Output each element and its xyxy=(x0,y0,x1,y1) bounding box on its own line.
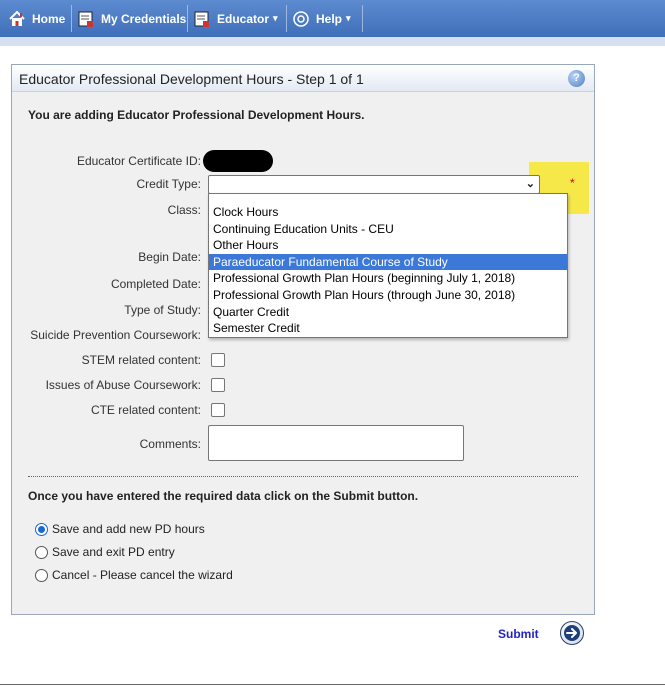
credit-type-label: Credit Type: xyxy=(136,177,201,191)
credentials-icon xyxy=(77,10,95,28)
dropdown-option[interactable]: Quarter Credit xyxy=(209,304,567,321)
submit-instructions: Once you have entered the required data … xyxy=(28,489,419,503)
stem-label: STEM related content: xyxy=(81,353,201,367)
required-marker: * xyxy=(570,176,575,190)
menu-home[interactable]: Home xyxy=(8,0,65,37)
top-menu-bar: Home My Credentials Educator ▾ Help ▾ xyxy=(0,0,665,46)
comments-label: Comments: xyxy=(139,437,201,451)
credit-type-select[interactable]: ⌄ xyxy=(208,175,540,194)
menu-separator xyxy=(71,5,72,32)
menu-my-credentials[interactable]: My Credentials xyxy=(77,0,186,37)
begin-date-label: Begin Date: xyxy=(138,250,201,264)
menu-help[interactable]: Help ▾ xyxy=(292,0,351,37)
educator-icon xyxy=(193,10,211,28)
cte-label: CTE related content: xyxy=(90,403,201,417)
dropdown-blank-option[interactable] xyxy=(209,194,567,204)
menu-separator xyxy=(362,5,363,32)
dropdown-option[interactable]: Semester Credit xyxy=(209,320,567,337)
radio-button[interactable] xyxy=(35,545,48,559)
radio-button[interactable] xyxy=(35,568,48,582)
abuse-coursework-label: Issues of Abuse Coursework: xyxy=(45,378,201,392)
dropdown-option[interactable]: Other Hours xyxy=(209,237,567,254)
menu-credentials-label: My Credentials xyxy=(101,11,187,26)
home-icon xyxy=(8,10,26,28)
dropdown-option[interactable]: Continuing Education Units - CEU xyxy=(209,221,567,238)
type-of-study-label: Type of Study: xyxy=(124,303,201,317)
dropdown-option[interactable]: Clock Hours xyxy=(209,204,567,221)
radio-label: Cancel - Please cancel the wizard xyxy=(52,568,233,582)
dotted-divider xyxy=(28,476,578,477)
arrow-right-icon[interactable] xyxy=(560,621,584,645)
menu-bottom-strip xyxy=(0,37,665,46)
help-icon[interactable]: ? xyxy=(568,70,585,87)
abuse-coursework-checkbox[interactable] xyxy=(211,378,225,392)
menu-educator[interactable]: Educator ▾ xyxy=(193,0,278,37)
radio-label: Save and add new PD hours xyxy=(52,522,205,536)
menu-home-label: Home xyxy=(32,11,66,26)
completed-date-label: Completed Date: xyxy=(110,277,201,291)
page-bottom-line xyxy=(0,684,665,685)
chevron-down-icon: ▾ xyxy=(273,13,278,23)
credit-type-dropdown-list[interactable]: Clock Hours Continuing Education Units -… xyxy=(208,193,568,338)
panel-title: Educator Professional Development Hours … xyxy=(19,71,364,87)
radio-save-add[interactable]: Save and add new PD hours xyxy=(35,522,205,536)
dropdown-option[interactable]: Professional Growth Plan Hours (beginnin… xyxy=(209,270,567,287)
suicide-prevention-label: Suicide Prevention Coursework: xyxy=(30,328,201,342)
dropdown-option-highlighted[interactable]: Paraeducator Fundamental Course of Study xyxy=(209,253,567,271)
pd-hours-panel: Educator Professional Development Hours … xyxy=(11,64,595,615)
cte-checkbox[interactable] xyxy=(211,403,225,417)
radio-button[interactable] xyxy=(35,522,48,536)
stem-checkbox[interactable] xyxy=(211,353,225,367)
menu-separator xyxy=(187,5,188,32)
panel-header: Educator Professional Development Hours … xyxy=(12,65,594,92)
redacted-certificate-id xyxy=(203,150,273,172)
menu-separator xyxy=(286,5,287,32)
help-circle-icon xyxy=(292,10,310,28)
menu-educator-label: Educator xyxy=(217,11,270,26)
radio-cancel[interactable]: Cancel - Please cancel the wizard xyxy=(35,568,233,582)
chevron-down-icon: ⌄ xyxy=(525,178,535,190)
menu-help-label: Help xyxy=(316,11,343,26)
radio-label: Save and exit PD entry xyxy=(52,545,175,559)
intro-text: You are adding Educator Professional Dev… xyxy=(28,108,365,122)
certificate-id-label: Educator Certificate ID: xyxy=(76,154,201,168)
radio-save-exit[interactable]: Save and exit PD entry xyxy=(35,545,175,559)
submit-link[interactable]: Submit xyxy=(498,627,539,641)
chevron-down-icon: ▾ xyxy=(346,13,351,23)
dropdown-option[interactable]: Professional Growth Plan Hours (through … xyxy=(209,287,567,304)
class-label: Class: xyxy=(167,203,201,217)
comments-textarea[interactable] xyxy=(208,425,464,461)
